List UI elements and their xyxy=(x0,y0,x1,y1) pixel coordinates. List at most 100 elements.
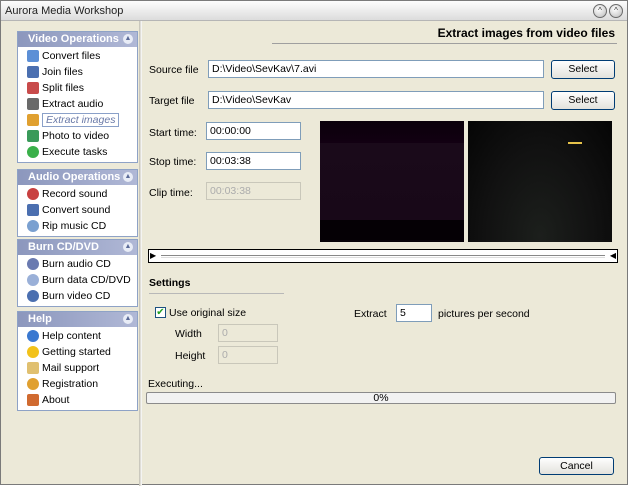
extract-rate-input[interactable]: 5 xyxy=(396,304,432,322)
end-frame-preview xyxy=(468,121,612,242)
clip-time-label: Clip time: xyxy=(149,187,193,199)
burn-data-cd-icon xyxy=(27,274,39,286)
sidebar-item-label: Mail support xyxy=(42,362,100,374)
sidebar-item-label: Help content xyxy=(42,330,101,342)
settings-divider xyxy=(149,293,284,294)
sidebar-item-label: Execute tasks xyxy=(42,146,108,158)
audio-operations-header[interactable]: Audio Operations ▲ xyxy=(18,170,137,185)
record-sound-icon xyxy=(27,188,39,200)
app-window: Aurora Media Workshop ^ ^ Video Operatio… xyxy=(0,0,628,486)
sidebar-item-label: Extract images xyxy=(42,113,120,127)
sidebar-item-label: Burn audio CD xyxy=(42,258,111,270)
execute-tasks-icon xyxy=(27,146,39,158)
executing-label: Executing... xyxy=(148,378,203,390)
help-panel: Help ▲ Help content Getting started Mail… xyxy=(17,311,138,411)
slider-start-handle-icon[interactable]: ▶ xyxy=(150,251,156,261)
clip-time-input: 00:03:38 xyxy=(206,182,301,200)
sidebar-item-burn-data-cd[interactable]: Burn data CD/DVD xyxy=(18,272,137,288)
sidebar-item-label: Rip music CD xyxy=(42,220,107,232)
target-file-input[interactable]: D:\Video\SevKav xyxy=(208,91,544,109)
sidebar-item-about[interactable]: About xyxy=(18,392,137,408)
stop-time-input[interactable]: 00:03:38 xyxy=(206,152,301,170)
slider-end-handle-icon[interactable]: ◀ xyxy=(610,251,616,261)
extract-images-icon xyxy=(27,114,39,126)
sidebar-item-label: About xyxy=(42,394,70,406)
height-label: Height xyxy=(175,350,206,362)
header-divider xyxy=(272,43,617,44)
video-operations-panel: Video Operations ▲ Convert files Join fi… xyxy=(17,31,138,163)
page-title: Extract images from video files xyxy=(437,26,615,40)
burn-cd-panel: Burn CD/DVD ▲ Burn audio CD Burn data CD… xyxy=(17,239,138,307)
sidebar-item-mail-support[interactable]: Mail support xyxy=(18,360,137,376)
height-input: 0 xyxy=(218,346,278,364)
use-original-size-checkbox[interactable]: ✔ xyxy=(155,307,166,318)
seek-slider[interactable]: ▶ ◀ xyxy=(148,249,618,263)
close-button[interactable]: ^ xyxy=(609,4,623,18)
minimize-button[interactable]: ^ xyxy=(593,4,607,18)
burn-audio-cd-icon xyxy=(27,258,39,270)
mail-support-icon xyxy=(27,362,39,374)
collapse-icon[interactable]: ▲ xyxy=(123,172,133,182)
sidebar-item-label: Burn video CD xyxy=(42,290,111,302)
help-header[interactable]: Help ▲ xyxy=(18,312,137,327)
sidebar-item-label: Convert files xyxy=(42,50,101,62)
target-file-label: Target file xyxy=(149,95,195,107)
sidebar: Video Operations ▲ Convert files Join fi… xyxy=(7,23,139,481)
video-operations-header[interactable]: Video Operations ▲ xyxy=(18,32,137,47)
sidebar-item-burn-audio-cd[interactable]: Burn audio CD xyxy=(18,256,137,272)
width-label: Width xyxy=(175,328,202,340)
convert-sound-icon xyxy=(27,204,39,216)
start-time-input[interactable]: 00:00:00 xyxy=(206,122,301,140)
source-file-input[interactable]: D:\Video\SevKav\7.avi xyxy=(208,60,544,78)
start-frame-preview xyxy=(320,121,464,242)
rip-music-cd-icon xyxy=(27,220,39,232)
sidebar-item-label: Record sound xyxy=(42,188,108,200)
video-operations-title: Video Operations xyxy=(28,33,119,45)
sidebar-item-label: Join files xyxy=(42,66,83,78)
join-files-icon xyxy=(27,66,39,78)
sidebar-item-burn-video-cd[interactable]: Burn video CD xyxy=(18,288,137,304)
burn-cd-header[interactable]: Burn CD/DVD ▲ xyxy=(18,240,137,255)
sidebar-item-join-files[interactable]: Join files xyxy=(18,64,137,80)
window-title: Aurora Media Workshop xyxy=(5,5,124,17)
sidebar-item-help-content[interactable]: Help content xyxy=(18,328,137,344)
registration-icon xyxy=(27,378,39,390)
sidebar-item-registration[interactable]: Registration xyxy=(18,376,137,392)
burn-video-cd-icon xyxy=(27,290,39,302)
split-files-icon xyxy=(27,82,39,94)
sidebar-item-split-files[interactable]: Split files xyxy=(18,80,137,96)
start-time-label: Start time: xyxy=(149,127,197,139)
sidebar-item-convert-files[interactable]: Convert files xyxy=(18,48,137,64)
sidebar-item-record-sound[interactable]: Record sound xyxy=(18,186,137,202)
audio-operations-title: Audio Operations xyxy=(28,171,121,183)
sidebar-item-convert-sound[interactable]: Convert sound xyxy=(18,202,137,218)
convert-files-icon xyxy=(27,50,39,62)
sidebar-item-execute-tasks[interactable]: Execute tasks xyxy=(18,144,137,160)
sidebar-item-label: Getting started xyxy=(42,346,111,358)
burn-cd-title: Burn CD/DVD xyxy=(28,241,99,253)
sidebar-item-photo-to-video[interactable]: Photo to video xyxy=(18,128,137,144)
video-overlay-mark xyxy=(568,142,582,144)
about-icon xyxy=(27,394,39,406)
sidebar-item-label: Convert sound xyxy=(42,204,111,216)
help-title: Help xyxy=(28,313,52,325)
sidebar-item-label: Registration xyxy=(42,378,99,390)
collapse-icon[interactable]: ▲ xyxy=(123,314,133,324)
help-content-icon xyxy=(27,330,39,342)
sidebar-item-label: Extract audio xyxy=(42,98,104,110)
source-select-button[interactable]: Select xyxy=(551,60,615,79)
extract-audio-icon xyxy=(27,98,39,110)
slider-track-line xyxy=(161,255,605,258)
collapse-icon[interactable]: ▲ xyxy=(123,34,133,44)
cancel-button[interactable]: Cancel xyxy=(539,457,614,475)
sidebar-item-extract-images[interactable]: Extract images xyxy=(18,112,137,128)
target-select-button[interactable]: Select xyxy=(551,91,615,110)
pictures-per-second-label: pictures per second xyxy=(438,308,530,320)
sidebar-item-rip-music-cd[interactable]: Rip music CD xyxy=(18,218,137,234)
getting-started-icon xyxy=(27,346,39,358)
sidebar-item-getting-started[interactable]: Getting started xyxy=(18,344,137,360)
source-file-label: Source file xyxy=(149,64,199,76)
sidebar-item-extract-audio[interactable]: Extract audio xyxy=(18,96,137,112)
progress-bar: 0% xyxy=(146,392,616,404)
collapse-icon[interactable]: ▲ xyxy=(123,242,133,252)
